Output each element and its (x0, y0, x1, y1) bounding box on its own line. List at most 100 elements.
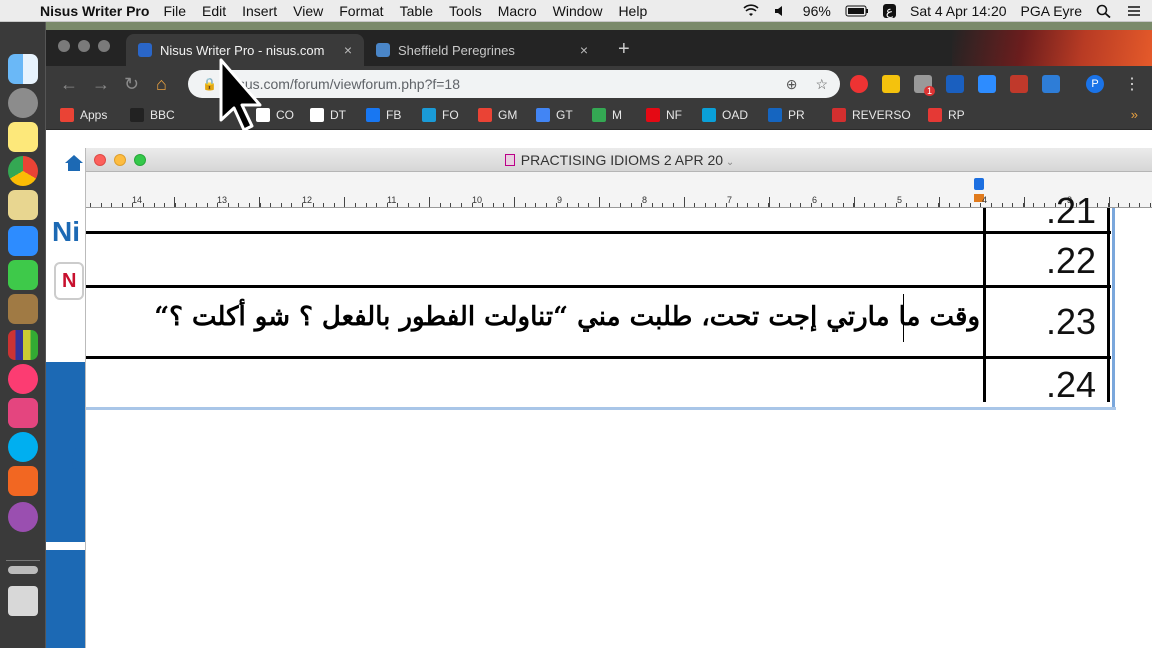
menu-tools[interactable]: Tools (449, 3, 482, 19)
finder-icon[interactable] (8, 54, 38, 84)
skype-icon[interactable] (8, 432, 38, 462)
page-logo-partial[interactable]: N (54, 262, 84, 300)
tab-strip: Nisus Writer Pro - nisus.com × Sheffield… (46, 30, 1152, 66)
reload-icon[interactable]: ↻ (124, 74, 139, 95)
bookmark-reverso[interactable]: REVERSO (832, 108, 911, 122)
volume-icon[interactable] (773, 4, 789, 18)
library-icon[interactable] (8, 330, 38, 360)
document-title-text: PRACTISING IDIOMS 2 APR 20 (520, 152, 724, 168)
menu-macro[interactable]: Macro (498, 3, 537, 19)
ruler-tick (333, 203, 335, 207)
bookmark-label: NF (666, 108, 682, 122)
bbc-icon (130, 108, 144, 122)
menu-view[interactable]: View (293, 3, 323, 19)
profile-avatar[interactable]: P (1086, 75, 1104, 93)
book-icon[interactable] (8, 294, 38, 324)
adblock-extension-icon[interactable] (850, 75, 868, 93)
close-tab-icon[interactable]: × (344, 42, 352, 58)
ruler-tick (916, 203, 918, 207)
ink-icon[interactable] (8, 398, 38, 428)
more-menu-icon[interactable]: ⋮ (1124, 74, 1140, 94)
trash-icon[interactable] (8, 586, 38, 616)
bookmark-apps[interactable]: Apps (60, 108, 107, 122)
battery-percent: 96% (802, 3, 831, 19)
user-menu[interactable]: PGA Eyre (1021, 3, 1082, 19)
chevron-down-icon[interactable]: ⌄ (723, 157, 734, 168)
spotlight-search-icon[interactable] (1096, 4, 1112, 18)
app-menu[interactable]: Nisus Writer Pro (40, 3, 149, 19)
google-icon (536, 108, 550, 122)
extension-badge: 1 (924, 86, 936, 96)
menu-file[interactable]: File (163, 3, 186, 19)
arabic-sentence[interactable]: وقت ما مارتي إجت تحت، طلبت مني “تناولت ا… (154, 302, 980, 332)
back-arrow-icon[interactable]: ← (60, 74, 78, 95)
input-source-icon[interactable]: ع (882, 4, 896, 18)
ka-icon (768, 108, 782, 122)
oad-icon (702, 108, 716, 122)
ruler-number: 6 (812, 195, 818, 205)
lock-extension-icon[interactable] (882, 75, 900, 93)
menu-format[interactable]: Format (339, 3, 383, 19)
bookmark-nf[interactable]: NF (646, 108, 682, 122)
bookmark-gm[interactable]: GM (478, 108, 517, 122)
forward-arrow-icon[interactable]: → (92, 74, 110, 95)
menu-insert[interactable]: Insert (242, 3, 277, 19)
close-tab-icon[interactable]: × (580, 42, 588, 58)
zoom-extension-icon[interactable] (978, 75, 996, 93)
new-tab-button[interactable]: + (618, 38, 630, 61)
record-extension-icon[interactable] (1010, 75, 1028, 93)
bookmark-dt[interactable]: DT (310, 108, 346, 122)
ruler-number: 9 (557, 195, 563, 205)
chrome-icon[interactable] (8, 156, 38, 186)
clock[interactable]: Sat 4 Apr 14:20 (910, 3, 1007, 19)
menu-edit[interactable]: Edit (202, 3, 226, 19)
ruler-major-tick (259, 197, 260, 207)
document-body[interactable]: .21 .22 .23 .24 وقت ما مارتي إجت تحت، طل… (86, 190, 1116, 408)
bookmark-fo[interactable]: FO (422, 108, 459, 122)
bookmark-rp[interactable]: RP (928, 108, 965, 122)
zoom-window-button[interactable] (98, 40, 110, 52)
folder-icon[interactable] (8, 566, 38, 574)
system-preferences-icon[interactable] (8, 88, 38, 118)
tab-stop-marker[interactable] (974, 178, 984, 190)
menu-help[interactable]: Help (618, 3, 647, 19)
bookmark-gt[interactable]: GT (536, 108, 573, 122)
music-icon[interactable] (8, 364, 38, 394)
script-editor-icon[interactable] (8, 190, 38, 220)
bookmark-fb[interactable]: FB (366, 108, 401, 122)
menu-window[interactable]: Window (553, 3, 603, 19)
wifi-icon[interactable] (743, 4, 759, 18)
notes-icon[interactable] (8, 122, 38, 152)
nisus-icon[interactable] (8, 502, 38, 532)
bookmark-oad[interactable]: OAD (702, 108, 748, 122)
bookmark-m[interactable]: M (592, 108, 622, 122)
facetime-icon[interactable] (8, 260, 38, 290)
lock-icon[interactable]: 🔒 (202, 77, 217, 91)
zoom-magnifier-icon[interactable]: ⊕ (786, 76, 798, 93)
bookmark-label: RP (948, 108, 965, 122)
battery-icon[interactable] (845, 4, 869, 18)
menu-table[interactable]: Table (400, 3, 433, 19)
tab-sheffield[interactable]: Sheffield Peregrines × (364, 34, 600, 66)
close-window-button[interactable] (58, 40, 70, 52)
address-bar[interactable]: 🔒 nisus.com/forum/viewforum.php?f=18 ⊕ ☆ (188, 70, 840, 98)
ruler[interactable]: 14 13 12 11 10 9 8 7 6 5 4 3 (86, 172, 1152, 208)
ruler-number: 4 (982, 195, 988, 205)
bookmark-bbc[interactable]: BBC (130, 108, 175, 122)
ruler-tick (323, 203, 325, 207)
chart-extension-icon[interactable] (946, 75, 964, 93)
home-icon[interactable] (64, 154, 84, 172)
zoom-icon[interactable] (8, 226, 38, 256)
dock-separator (6, 560, 40, 561)
bookmark-pr[interactable]: PR (768, 108, 805, 122)
card-extension-icon[interactable] (1042, 75, 1060, 93)
minimize-window-button[interactable] (78, 40, 90, 52)
avast-icon[interactable] (8, 466, 38, 496)
ruler-tick (1128, 203, 1130, 207)
notification-center-icon[interactable] (1126, 4, 1142, 18)
home-icon[interactable]: ⌂ (156, 74, 167, 95)
bookmark-star-icon[interactable]: ☆ (815, 76, 828, 93)
bookmark-label: CO (276, 108, 294, 122)
document-title[interactable]: PRACTISING IDIOMS 2 APR 20 ⌄ (86, 152, 1152, 168)
bookmarks-overflow-button[interactable]: » (1131, 107, 1138, 122)
